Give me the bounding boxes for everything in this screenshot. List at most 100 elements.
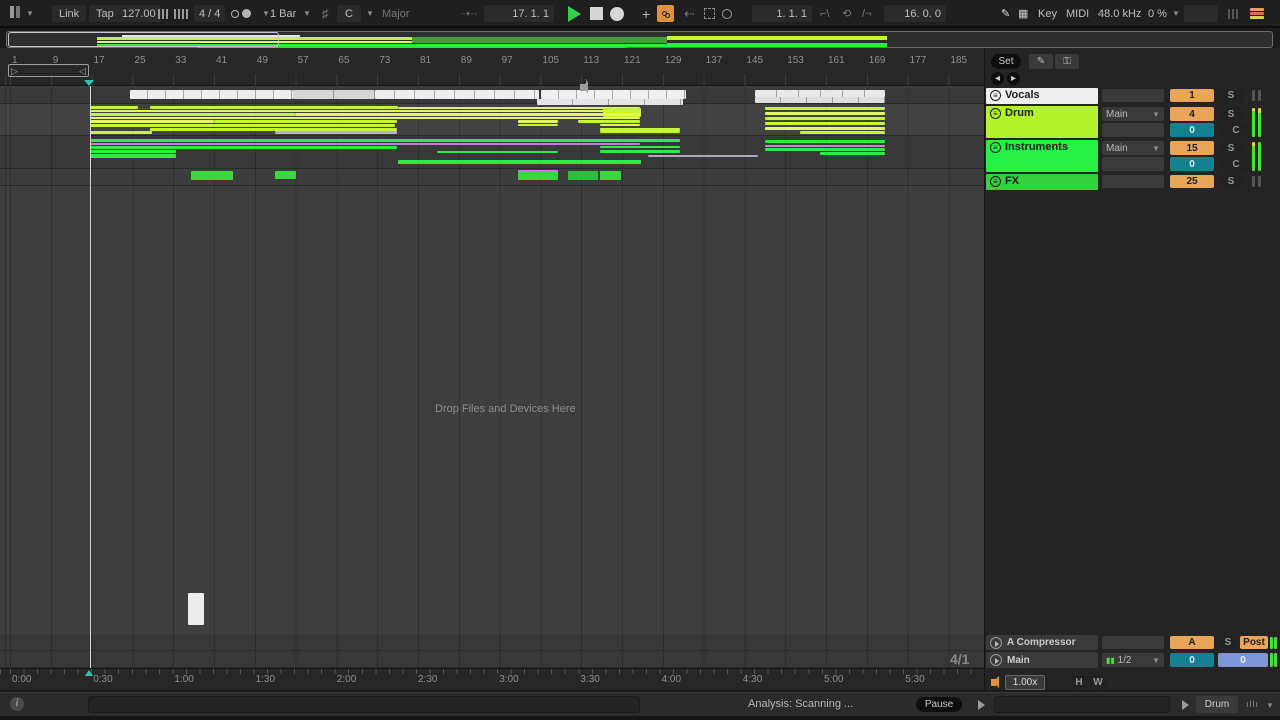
tap-tempo-button[interactable]: Tap <box>89 5 121 22</box>
next-arrow-button[interactable]: ▸ <box>1007 72 1020 85</box>
device-play-icon[interactable] <box>1182 700 1189 710</box>
cpu-load-meter[interactable]: 0 % <box>1148 5 1167 22</box>
follow-button[interactable]: ➝·· <box>461 5 478 22</box>
clip[interactable] <box>90 154 176 158</box>
nudge-down-button[interactable] <box>158 5 170 22</box>
clip[interactable] <box>765 107 885 110</box>
tempo-field[interactable]: 127.00 <box>117 5 161 22</box>
return-a-name-cell[interactable]: A Compressor <box>986 635 1098 650</box>
drum-track-number[interactable]: 4 <box>1170 107 1214 121</box>
loop-marker-icon[interactable] <box>722 5 732 22</box>
clip[interactable] <box>600 124 640 126</box>
scale-icon[interactable]: ♯ <box>322 5 329 22</box>
clip[interactable] <box>600 171 621 180</box>
clip[interactable] <box>90 120 214 123</box>
clip[interactable] <box>755 97 885 103</box>
cpu-dropdown-icon[interactable]: ▼ <box>1172 5 1180 22</box>
clip[interactable] <box>275 171 296 179</box>
clip[interactable] <box>568 171 598 180</box>
capture-midi-button[interactable]: ⇠ <box>684 5 695 22</box>
dragged-clip[interactable] <box>188 593 204 625</box>
clip[interactable] <box>648 155 758 157</box>
scale-root-field[interactable]: C <box>337 5 361 22</box>
clip[interactable] <box>90 124 395 127</box>
fx-routing-cell[interactable] <box>1102 175 1164 188</box>
instruments-solo-button[interactable]: S <box>1218 141 1244 155</box>
app-menu-icon[interactable]: ▼ <box>10 5 34 22</box>
quantization-selector[interactable]: 1 Bar <box>270 5 296 22</box>
set-button[interactable]: Set <box>991 54 1021 69</box>
clip[interactable] <box>90 110 640 112</box>
clip[interactable] <box>90 113 295 116</box>
clip[interactable] <box>537 99 683 105</box>
instruments-name-cell[interactable]: ≡ Instruments <box>986 140 1098 172</box>
play-button[interactable] <box>568 5 581 22</box>
main-name-cell[interactable]: Main <box>986 652 1098 668</box>
link-button[interactable]: Link <box>52 5 86 22</box>
draw-mode-button[interactable]: ✎ <box>1001 5 1010 22</box>
clip[interactable] <box>765 145 885 147</box>
drum-crossfade-button[interactable]: C <box>1218 123 1254 137</box>
info-icon[interactable]: i <box>10 697 24 711</box>
clip[interactable] <box>398 160 641 164</box>
clip[interactable] <box>90 146 152 149</box>
key-map-button[interactable]: Key <box>1038 5 1057 22</box>
track-header-vocals[interactable]: ≡ Vocals 1 S <box>986 88 1269 105</box>
arrangement-overview[interactable] <box>6 31 1273 48</box>
return-a-post-button[interactable]: Post <box>1240 636 1268 649</box>
clip[interactable] <box>518 124 558 126</box>
clip[interactable] <box>150 106 398 109</box>
time-ruler[interactable]: 0:000:301:001:302:002:303:003:304:004:30… <box>0 668 984 690</box>
drum-solo-button[interactable]: S <box>1218 107 1244 121</box>
pencil-button[interactable]: ✎ <box>1029 54 1053 69</box>
fold-play-icon[interactable] <box>990 637 1002 649</box>
overview-view-box[interactable] <box>8 32 279 47</box>
clip[interactable] <box>437 151 558 153</box>
clip[interactable] <box>755 90 885 97</box>
clip[interactable] <box>600 150 680 153</box>
main-track-header[interactable]: Main ▮▮ 1/2▼ 0 0 <box>986 652 1269 669</box>
punch-in-button[interactable]: ⌐\ <box>820 5 829 22</box>
clip[interactable] <box>150 146 397 149</box>
loop-length-field[interactable]: 16. 0. 0 <box>884 5 946 22</box>
return-a-routing-cell[interactable] <box>1102 636 1164 649</box>
loop-start-field[interactable]: 1. 1. 1 <box>752 5 812 22</box>
instruments-send-knob[interactable]: 0 <box>1170 157 1214 171</box>
drum-routing-selector[interactable]: Main▼ <box>1102 107 1164 121</box>
width-zoom-button[interactable]: W <box>1090 675 1106 690</box>
return-a-solo-button[interactable]: S <box>1218 636 1238 649</box>
clip[interactable] <box>765 140 885 143</box>
clip[interactable] <box>765 148 885 151</box>
scale-dropdown-icon[interactable]: ▼ <box>366 5 374 22</box>
speaker-icon[interactable] <box>991 679 996 686</box>
scale-name-field[interactable]: Major <box>382 5 410 22</box>
device-chip[interactable]: Drum <box>1196 696 1238 713</box>
clip[interactable] <box>600 131 680 133</box>
clip[interactable] <box>90 131 152 134</box>
clip[interactable] <box>765 122 885 125</box>
playback-speed-field[interactable]: 1.00x <box>1005 675 1045 690</box>
fold-play-icon[interactable] <box>990 654 1002 666</box>
return-a-badge[interactable]: A <box>1170 636 1214 649</box>
clip[interactable] <box>90 106 138 109</box>
clip[interactable] <box>518 170 558 180</box>
fx-track-number[interactable]: 25 <box>1170 175 1214 188</box>
clip[interactable] <box>765 127 885 130</box>
drum-routing-sub-cell[interactable] <box>1102 123 1164 137</box>
record-button[interactable] <box>610 5 624 22</box>
clip[interactable] <box>275 131 397 134</box>
main-crossfade-knob[interactable]: 0 <box>1218 653 1268 667</box>
main-monitor-selector[interactable]: ▮▮ 1/2▼ <box>1102 653 1164 667</box>
play-preview-icon[interactable] <box>978 700 985 710</box>
overdub-button[interactable] <box>657 5 674 22</box>
clip[interactable] <box>375 90 539 99</box>
midi-map-button[interactable]: MIDI <box>1066 5 1089 22</box>
clip[interactable] <box>214 120 397 123</box>
clip[interactable] <box>90 117 640 119</box>
time-signature-field[interactable]: 4 / 4 <box>194 5 225 22</box>
clip[interactable] <box>541 90 686 99</box>
clip[interactable] <box>130 90 293 99</box>
fx-name-cell[interactable]: ≡ FX <box>986 174 1098 190</box>
clip[interactable] <box>191 171 233 180</box>
clip[interactable] <box>765 112 885 115</box>
